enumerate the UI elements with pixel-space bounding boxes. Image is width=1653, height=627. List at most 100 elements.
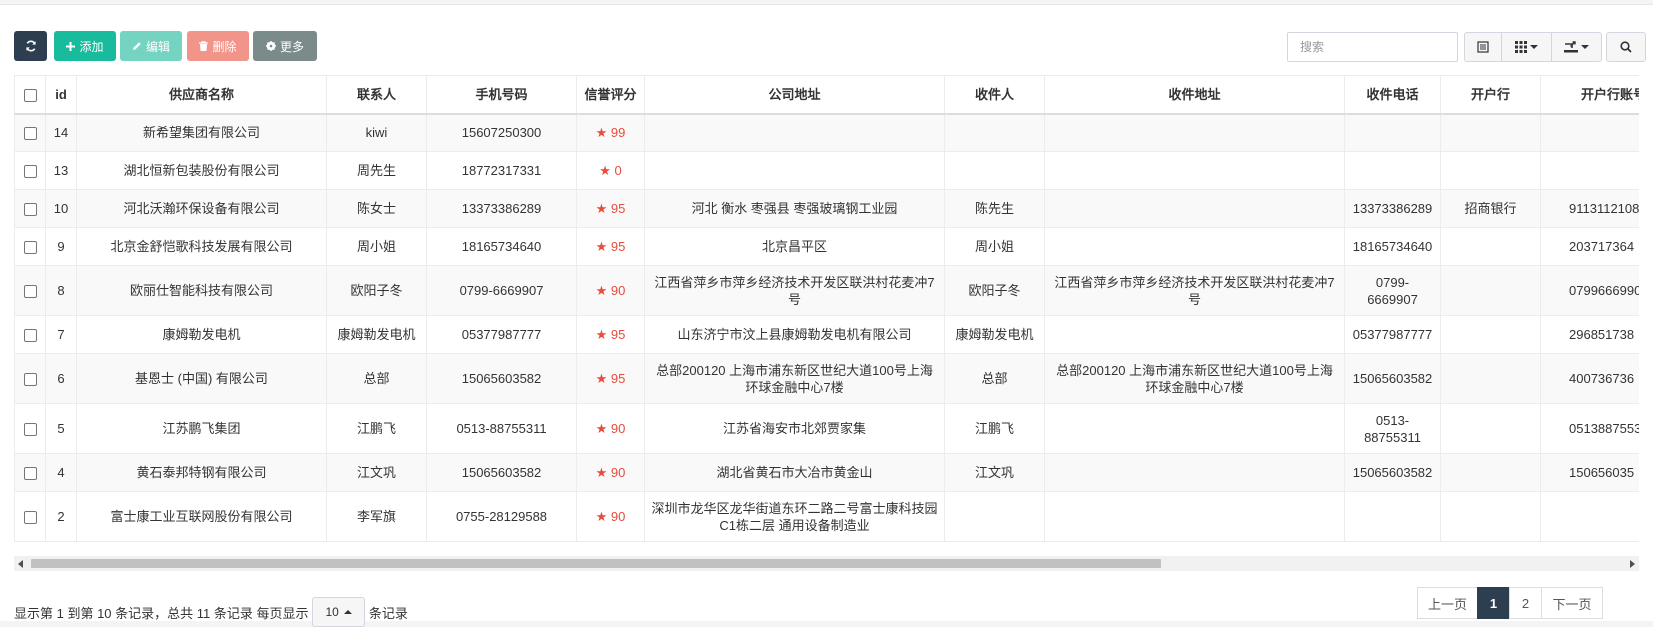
cell-name: 黄石泰邦特钢有限公司 xyxy=(76,453,327,492)
cell-contact: 总部 xyxy=(326,353,427,404)
table-row[interactable]: 14 新希望集团有限公司 kiwi 15607250300 ★ 99 xyxy=(14,113,1639,152)
row-select-cell[interactable] xyxy=(14,265,46,316)
trash-icon xyxy=(199,41,209,51)
cell-name: 河北沃瀚环保设备有限公司 xyxy=(76,189,327,228)
table-row[interactable]: 8 欧丽仕智能科技有限公司 欧阳子冬 0799-6669907 ★ 90 江西省萍乡市萍乡… xyxy=(14,265,1639,316)
column-header[interactable]: 收件电话 xyxy=(1344,75,1441,115)
refresh-icon xyxy=(25,40,36,52)
row-checkbox[interactable] xyxy=(23,329,37,343)
table-row[interactable]: 9 北京金舒恺歌科技发展有限公司 周小姐 18165734640 ★ 95 北京昌平区 周小… xyxy=(14,227,1639,266)
cell-bank xyxy=(1440,403,1541,454)
row-select-cell[interactable] xyxy=(14,315,46,354)
row-checkbox[interactable] xyxy=(23,285,37,299)
grid-icon xyxy=(1515,41,1527,53)
column-header[interactable]: 信誉评分 xyxy=(576,75,645,115)
column-header[interactable]: 开户行账号 xyxy=(1540,75,1639,115)
table-row[interactable]: 5 江苏鹏飞集团 江鹏飞 0513-88755311 ★ 90 江苏省海安市北郊贾家集 江鹏… xyxy=(14,403,1639,454)
cell-contact: 康姆勒发电机 xyxy=(326,315,427,354)
table-row[interactable]: 6 基恩士 (中国) 有限公司 总部 15065603582 ★ 95 总部200120 … xyxy=(14,353,1639,404)
row-checkbox[interactable] xyxy=(23,165,37,179)
cell-ship-phone xyxy=(1344,151,1441,190)
pagination-info-prefix: 显示第 1 到第 10 条记录，总共 11 条记录 每页显示 xyxy=(14,605,309,621)
prev-page-button[interactable]: 上一页 xyxy=(1417,587,1478,619)
cell-contact: 江文巩 xyxy=(326,453,427,492)
cell-name: 康姆勒发电机 xyxy=(76,315,327,354)
page-button-2[interactable]: 2 xyxy=(1509,587,1542,619)
cell-recipient: 江鹏飞 xyxy=(944,403,1045,454)
row-checkbox[interactable] xyxy=(23,241,37,255)
row-checkbox[interactable] xyxy=(23,423,37,437)
column-header[interactable]: 公司地址 xyxy=(644,75,945,115)
next-page-button[interactable]: 下一页 xyxy=(1541,587,1603,619)
cell-address xyxy=(644,151,945,190)
cell-account: 150656035 xyxy=(1540,453,1639,492)
row-checkbox[interactable] xyxy=(23,203,37,217)
table-row[interactable]: 10 河北沃瀚环保设备有限公司 陈女士 13373386289 ★ 95 河北 衡水 枣强… xyxy=(14,189,1639,228)
cell-id: 13 xyxy=(45,151,77,190)
row-select-cell[interactable] xyxy=(14,227,46,266)
chevron-down-icon xyxy=(1581,45,1589,49)
cell-score: ★ 0 xyxy=(576,151,645,190)
cell-account: 91131121085 xyxy=(1540,189,1639,228)
cell-phone: 0513-88755311 xyxy=(426,403,577,454)
cell-ship-address xyxy=(1044,453,1345,492)
cell-score: ★ 90 xyxy=(576,491,645,542)
cell-contact: 李军旗 xyxy=(326,491,427,542)
page-button-1[interactable]: 1 xyxy=(1477,587,1510,619)
card-view-button[interactable] xyxy=(1464,32,1502,62)
cell-score: ★ 95 xyxy=(576,189,645,228)
delete-button[interactable]: 删除 xyxy=(187,31,249,61)
row-select-cell[interactable] xyxy=(14,113,46,152)
refresh-button[interactable] xyxy=(14,31,47,61)
edit-button[interactable]: 编辑 xyxy=(120,31,182,61)
column-header[interactable]: 联系人 xyxy=(326,75,427,115)
column-header[interactable]: 供应商名称 xyxy=(76,75,327,115)
row-select-cell[interactable] xyxy=(14,453,46,492)
columns-dropdown[interactable] xyxy=(1501,32,1552,62)
cell-id: 2 xyxy=(45,491,77,542)
column-header[interactable]: id xyxy=(45,75,77,115)
cell-ship-address xyxy=(1044,315,1345,354)
header-select-all[interactable] xyxy=(14,75,46,115)
column-header[interactable]: 手机号码 xyxy=(426,75,577,115)
row-select-cell[interactable] xyxy=(14,189,46,228)
row-checkbox[interactable] xyxy=(23,467,37,481)
row-checkbox[interactable] xyxy=(23,373,37,387)
search-input[interactable] xyxy=(1287,32,1458,62)
row-select-cell[interactable] xyxy=(14,491,46,542)
more-button[interactable]: 更多 xyxy=(253,31,317,61)
horizontal-scrollbar[interactable] xyxy=(14,556,1639,571)
table-body: 14 新希望集团有限公司 kiwi 15607250300 ★ 99 13 湖北恒新包装股份… xyxy=(14,113,1639,542)
more-button-label: 更多 xyxy=(279,39,304,54)
scroll-right-arrow-icon[interactable] xyxy=(1630,560,1635,568)
page-size-dropdown[interactable]: 10 xyxy=(312,597,365,627)
add-button[interactable]: 添加 xyxy=(54,31,116,61)
row-checkbox[interactable] xyxy=(23,127,37,141)
table-row[interactable]: 4 黄石泰邦特钢有限公司 江文巩 15065603582 ★ 90 湖北省黄石市大冶市黄金… xyxy=(14,453,1639,492)
scrollbar-thumb[interactable] xyxy=(31,559,1161,568)
search-button[interactable] xyxy=(1606,32,1646,62)
cell-account: 400736736 xyxy=(1540,353,1639,404)
cell-score: ★ 95 xyxy=(576,353,645,404)
cell-recipient xyxy=(944,151,1045,190)
cell-ship-phone xyxy=(1344,113,1441,152)
column-header[interactable]: 收件地址 xyxy=(1044,75,1345,115)
column-header[interactable]: 收件人 xyxy=(944,75,1045,115)
row-select-cell[interactable] xyxy=(14,403,46,454)
export-dropdown[interactable] xyxy=(1551,32,1602,62)
table-row[interactable]: 2 富士康工业互联网股份有限公司 李军旗 0755-28129588 ★ 90 深圳市龙华… xyxy=(14,491,1639,542)
scroll-left-arrow-icon[interactable] xyxy=(18,560,23,568)
cell-account: 203717364 xyxy=(1540,227,1639,266)
table-row[interactable]: 7 康姆勒发电机 康姆勒发电机 05377987777 ★ 95 山东济宁市汶上县康姆勒发… xyxy=(14,315,1639,354)
select-all-checkbox[interactable] xyxy=(23,88,37,102)
row-select-cell[interactable] xyxy=(14,353,46,404)
cell-ship-phone: 0799-6669907 xyxy=(1344,265,1441,316)
chevron-up-icon xyxy=(343,610,352,614)
row-checkbox[interactable] xyxy=(23,511,37,525)
cell-ship-phone xyxy=(1344,491,1441,542)
row-select-cell[interactable] xyxy=(14,151,46,190)
cell-id: 6 xyxy=(45,353,77,404)
table-row[interactable]: 13 湖北恒新包装股份有限公司 周先生 18772317331 ★ 0 xyxy=(14,151,1639,190)
column-header[interactable]: 开户行 xyxy=(1440,75,1541,115)
cell-address: 河北 衡水 枣强县 枣强玻璃钢工业园 xyxy=(644,189,945,228)
